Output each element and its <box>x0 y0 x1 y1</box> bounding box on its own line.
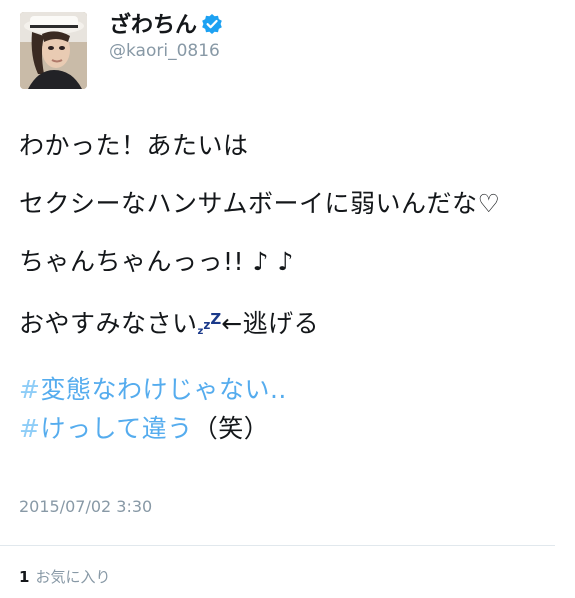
avatar[interactable] <box>20 12 87 89</box>
display-name[interactable]: ざわちん <box>109 12 223 43</box>
tweet-timestamp[interactable]: 2015/07/02 3:30 <box>19 497 152 516</box>
hashtag-line: #けっして違う（笑） <box>19 409 559 448</box>
trailing-text: （笑） <box>192 414 270 443</box>
hashtag-text: けっして違う <box>40 414 193 443</box>
escape-text: ←逃げる <box>221 309 320 338</box>
hashtag-symbol: # <box>19 375 41 404</box>
tweet-line: おやすみなさいzzZ←逃げる <box>19 300 559 351</box>
tweet-line: セクシーなハンサムボーイに弱いんだな♡ <box>19 189 501 218</box>
display-name-text[interactable]: ざわちん <box>109 13 197 38</box>
tweet-text: わかった！あたいは セクシーなハンサムボーイに弱いんだな♡ ちゃんちゃんっっ!!… <box>19 126 559 448</box>
hashtag-symbol: # <box>19 414 41 443</box>
hashtag-line: #変態なわけじゃない.. <box>19 370 559 409</box>
hashtag-text: 変態なわけじゃない.. <box>40 375 287 404</box>
hashtag-link[interactable]: #変態なわけじゃない.. <box>19 375 287 404</box>
favorites-stat[interactable]: 1 お気に入り <box>19 566 110 587</box>
avatar-photo <box>20 12 87 89</box>
tweet-line: ちゃんちゃんっっ!! ♪ ♪ <box>19 247 294 276</box>
tweet-card: ざわちん @kaori_0816 わかった！あたいは セクシーなハンサムボーイに… <box>0 0 575 598</box>
divider <box>0 545 555 546</box>
sleep-zz-emoji: zzZ <box>197 310 222 337</box>
favorite-count: 1 <box>19 568 30 586</box>
goodnight-text: おやすみなさい <box>19 309 198 338</box>
favorite-label: お気に入り <box>35 568 111 586</box>
verified-badge-icon <box>201 13 223 43</box>
tweet-line: わかった！あたいは <box>19 131 249 160</box>
user-handle[interactable]: @kaori_0816 <box>109 40 220 62</box>
hashtag-link[interactable]: #けっして違う <box>19 414 193 443</box>
